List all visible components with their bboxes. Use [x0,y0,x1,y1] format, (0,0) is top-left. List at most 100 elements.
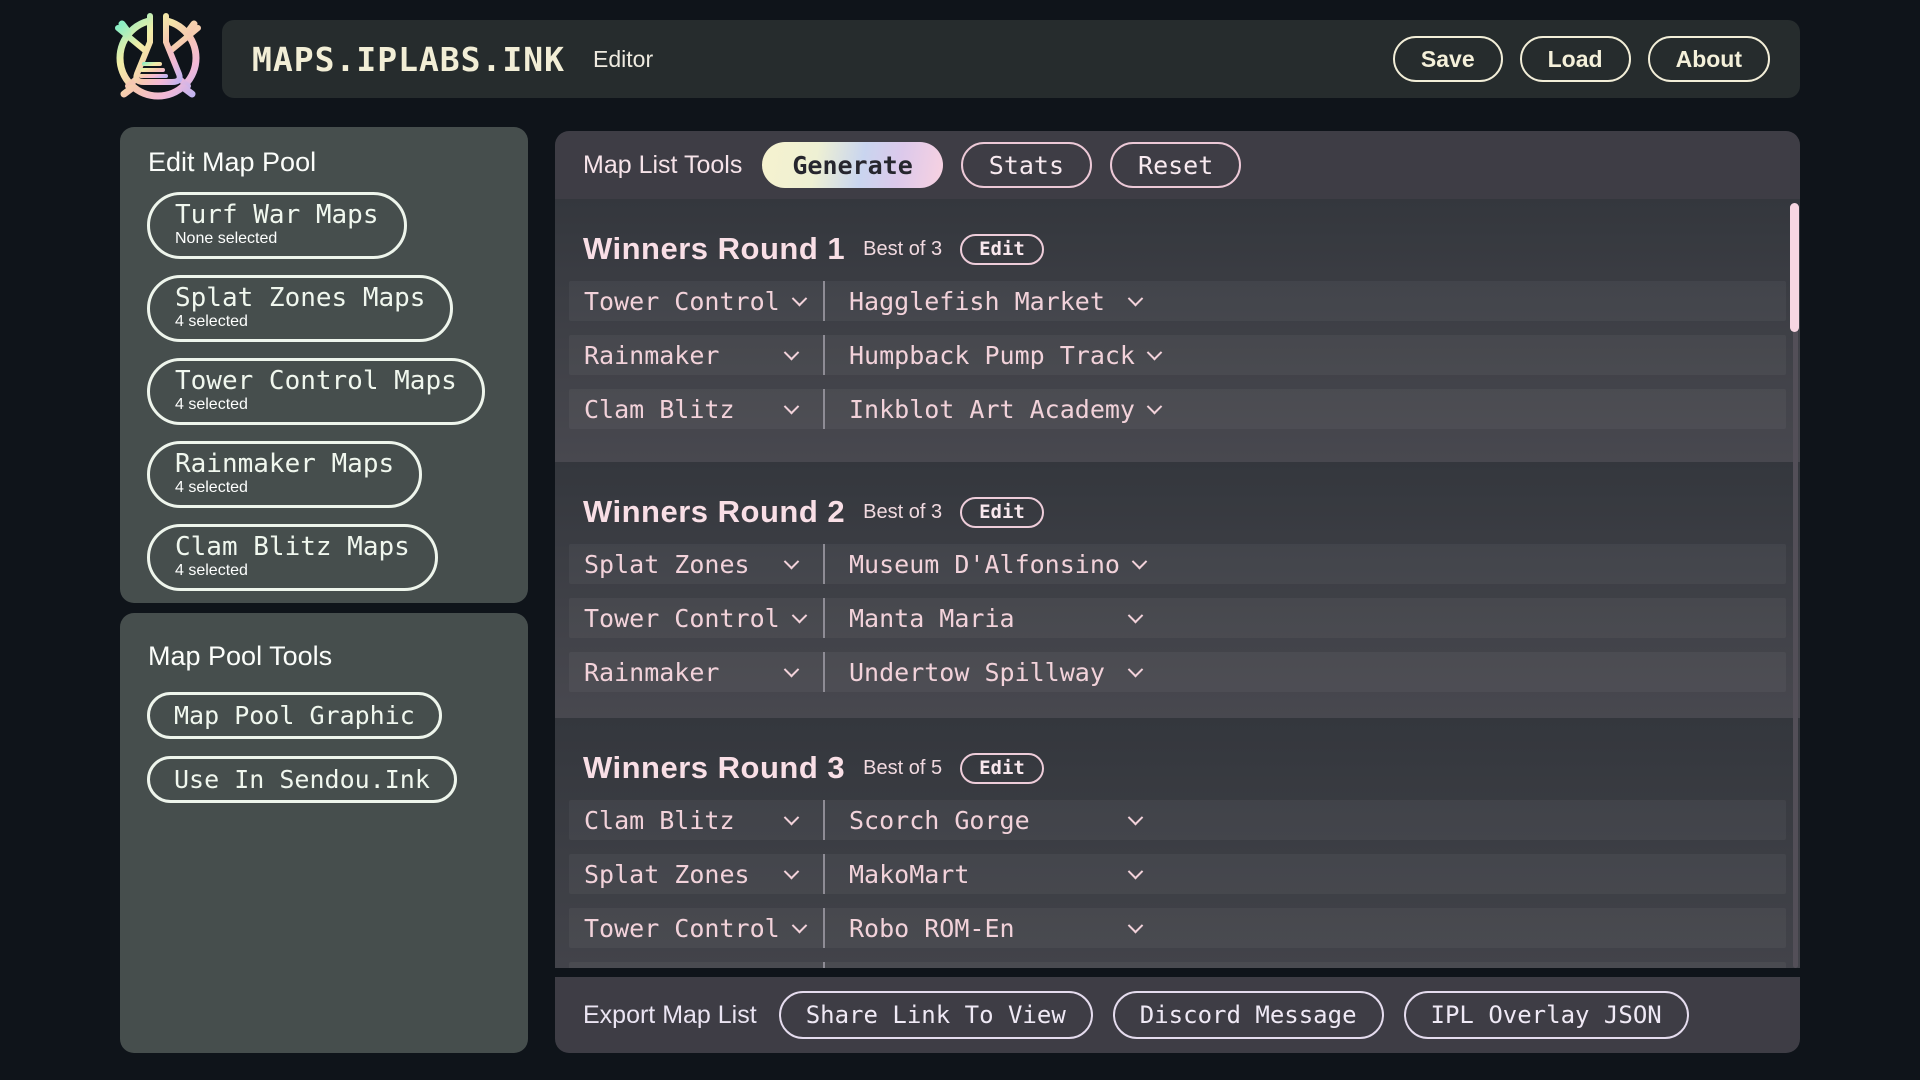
mode-select[interactable] [569,962,823,968]
share-link-to-view-button[interactable]: Share Link To View [779,991,1093,1039]
chevron-down-icon [1147,344,1163,360]
mode-select[interactable]: Clam Blitz [569,389,823,429]
map-select[interactable]: Robo ROM-En [823,908,1155,948]
scrollbar-thumb[interactable] [1790,203,1799,332]
edit-round-button[interactable]: Edit [960,234,1044,265]
mode-value: Rainmaker [584,341,719,370]
map-select[interactable]: Scorch Gorge [823,800,1155,840]
load-button[interactable]: Load [1520,36,1631,82]
ipl-flask-logo[interactable] [110,10,206,106]
mode-select[interactable]: Splat Zones [569,854,823,894]
game-row: Tower Control Hagglefish Market [569,281,1786,321]
pool-button-count: None selected [175,230,379,248]
map-pool-tools-heading: Map Pool Tools [148,641,528,672]
edit-map-pool-heading: Edit Map Pool [148,147,528,178]
chevron-down-icon [784,661,800,677]
map-value: Robo ROM-En [849,914,1015,943]
chevron-down-icon [1128,607,1144,623]
ipl-overlay-json-button[interactable]: IPL Overlay JSON [1404,991,1689,1039]
map-select[interactable]: Inkblot Art Academy [823,389,1155,429]
app-title: MAPS.IPLABS.INK [252,40,565,79]
map-pool-graphic-button[interactable]: Map Pool Graphic [147,692,442,739]
chevron-down-icon [784,553,800,569]
chevron-down-icon [791,290,807,306]
game-row: Tower Control Manta Maria [569,598,1786,638]
chevron-down-icon [784,398,800,414]
export-map-list-bar: Export Map List Share Link To View Disco… [555,977,1800,1053]
game-row [569,962,1786,968]
map-list-scroll-area: Winners Round 1 Best of 3 Edit Tower Con… [555,199,1800,968]
map-select[interactable]: Humpback Pump Track [823,335,1155,375]
round-format: Best of 3 [863,501,942,524]
splat-zones-maps-button[interactable]: Splat Zones Maps 4 selected [147,275,453,342]
game-row: Splat Zones MakoMart [569,854,1786,894]
map-value: Hagglefish Market [849,287,1105,316]
pool-button-count: 4 selected [175,396,457,414]
chevron-down-icon [784,344,800,360]
use-in-sendou-ink-button[interactable]: Use In Sendou.Ink [147,756,457,803]
round-title: Winners Round 2 [583,494,845,530]
map-list-toolbar: Map List Tools Generate Stats Reset [555,131,1800,199]
map-select[interactable] [823,962,1155,968]
pool-button-count: 4 selected [175,479,394,497]
map-select[interactable]: MakoMart [823,854,1155,894]
chevron-down-icon [1128,661,1144,677]
mode-value: Rainmaker [584,658,719,687]
turf-war-maps-button[interactable]: Turf War Maps None selected [147,192,407,259]
tower-control-maps-button[interactable]: Tower Control Maps 4 selected [147,358,485,425]
mode-select[interactable]: Splat Zones [569,544,823,584]
rainmaker-maps-button[interactable]: Rainmaker Maps 4 selected [147,441,422,508]
pool-button-label: Clam Blitz Maps [175,532,410,562]
mode-value: Clam Blitz [584,806,735,835]
chevron-down-icon [1128,809,1144,825]
map-value: Scorch Gorge [849,806,1030,835]
edit-round-button[interactable]: Edit [960,753,1044,784]
mode-select[interactable]: Tower Control [569,281,823,321]
round-format: Best of 3 [863,238,942,261]
chevron-down-icon [1128,863,1144,879]
chevron-down-icon [1132,553,1148,569]
app-header: MAPS.IPLABS.INK Editor Save Load About [222,20,1800,98]
mode-select[interactable]: Rainmaker [569,652,823,692]
game-row: Clam Blitz Scorch Gorge [569,800,1786,840]
stats-button[interactable]: Stats [961,142,1092,188]
map-select[interactable]: Museum D'Alfonsino [823,544,1155,584]
round-section: Winners Round 3 Best of 5 Edit Clam Blit… [555,718,1800,968]
game-row: Rainmaker Undertow Spillway [569,652,1786,692]
generate-button[interactable]: Generate [762,142,942,188]
about-button[interactable]: About [1648,36,1770,82]
round-section: Winners Round 2 Best of 3 Edit Splat Zon… [555,462,1800,718]
mode-value: Tower Control [584,287,780,316]
round-title: Winners Round 3 [583,750,845,786]
game-row: Rainmaker Humpback Pump Track [569,335,1786,375]
save-button[interactable]: Save [1393,36,1503,82]
pool-button-label: Turf War Maps [175,200,379,230]
map-select[interactable]: Hagglefish Market [823,281,1155,321]
discord-message-button[interactable]: Discord Message [1113,991,1384,1039]
pool-button-count: 4 selected [175,562,410,580]
map-list-tools-label: Map List Tools [583,151,742,180]
chevron-down-icon [784,809,800,825]
map-select[interactable]: Manta Maria [823,598,1155,638]
chevron-down-icon [1128,917,1144,933]
pool-button-label: Tower Control Maps [175,366,457,396]
clam-blitz-maps-button[interactable]: Clam Blitz Maps 4 selected [147,524,438,591]
reset-button[interactable]: Reset [1110,142,1241,188]
mode-value: Clam Blitz [584,395,735,424]
chevron-down-icon [791,917,807,933]
map-value: MakoMart [849,860,969,889]
map-value: Inkblot Art Academy [849,395,1135,424]
mode-select[interactable]: Rainmaker [569,335,823,375]
mode-value: Splat Zones [584,860,750,889]
mode-value: Tower Control [584,914,780,943]
map-value: Museum D'Alfonsino [849,550,1120,579]
mode-select[interactable]: Tower Control [569,908,823,948]
chevron-down-icon [784,863,800,879]
edit-round-button[interactable]: Edit [960,497,1044,528]
app-subtitle: Editor [593,46,653,73]
export-map-list-label: Export Map List [583,1001,757,1030]
map-select[interactable]: Undertow Spillway [823,652,1155,692]
mode-select[interactable]: Clam Blitz [569,800,823,840]
game-row: Splat Zones Museum D'Alfonsino [569,544,1786,584]
mode-select[interactable]: Tower Control [569,598,823,638]
